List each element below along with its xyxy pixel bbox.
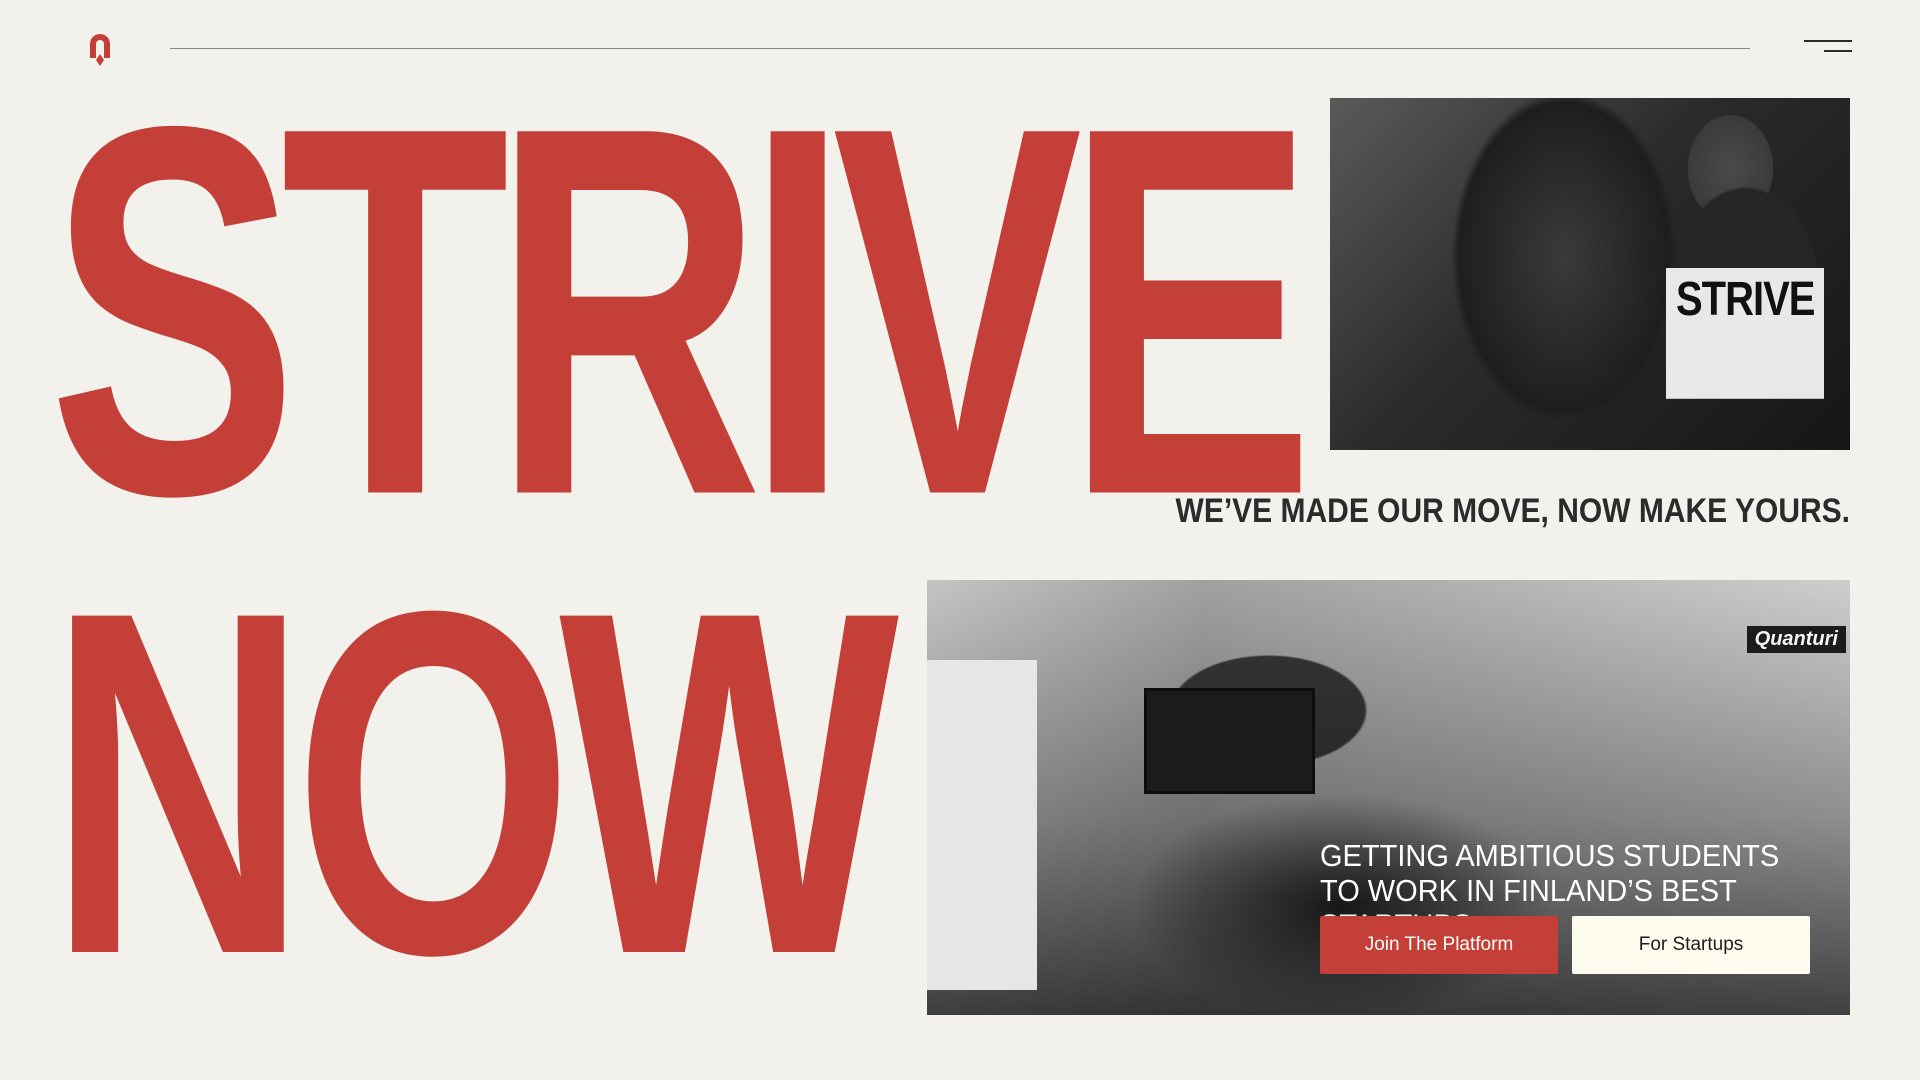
hero-tagline: WE’VE MADE OUR MOVE, NOW MAKE YOURS. <box>1175 492 1851 530</box>
menu-line-bottom <box>1824 50 1852 52</box>
photo-banner <box>927 660 1037 990</box>
menu-line-top <box>1804 40 1852 42</box>
photo-screen <box>1144 688 1315 794</box>
join-platform-button[interactable]: Join The Platform <box>1320 916 1558 974</box>
hamburger-menu-icon[interactable] <box>1804 38 1852 56</box>
for-startups-button[interactable]: For Startups <box>1572 916 1810 974</box>
shirt-print-text: STRIVE <box>1666 268 1825 399</box>
hero-photo-top: STRIVE <box>1330 98 1850 450</box>
hero-word-now: NOW <box>48 508 899 1057</box>
hero-word-strive: STRIVE <box>48 16 1315 605</box>
photo-brand-sign: Quanturi <box>1746 626 1846 653</box>
